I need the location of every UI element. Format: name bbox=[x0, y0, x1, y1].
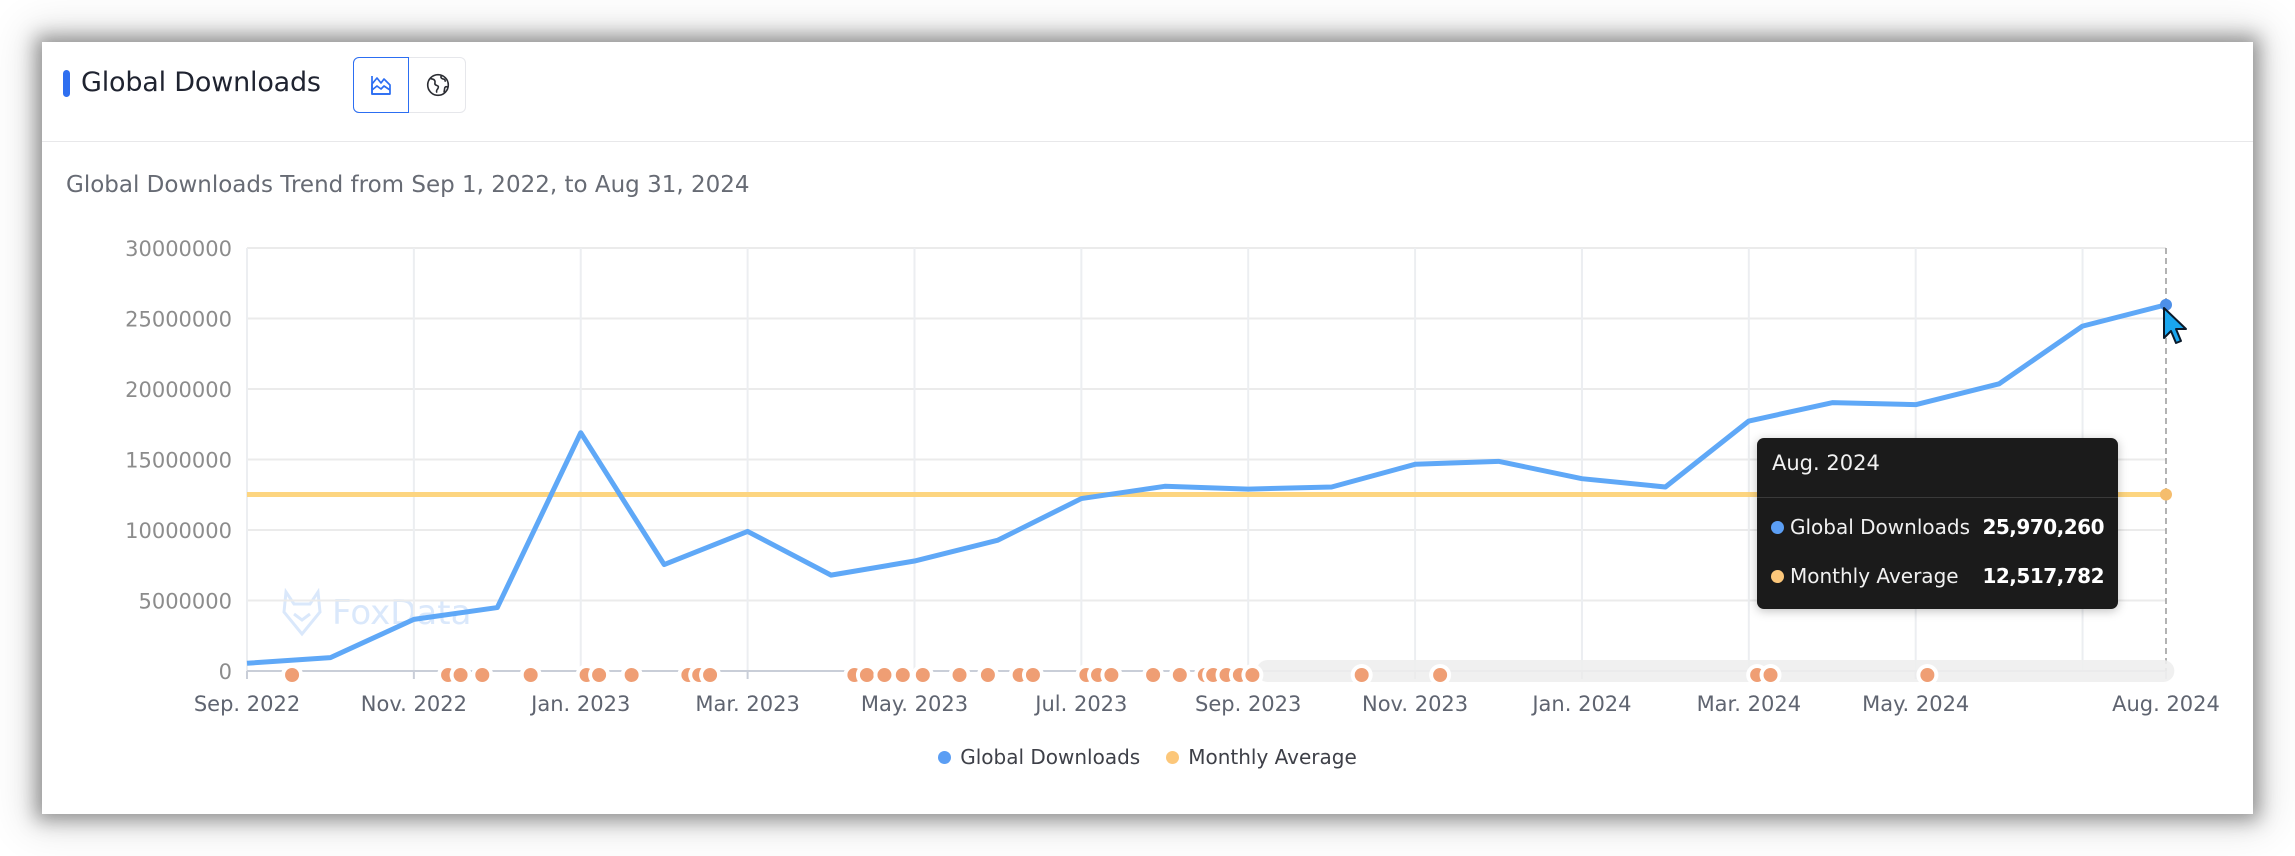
tooltip-row-global-downloads: Global Downloads 25,970,260 bbox=[1771, 512, 2104, 542]
event-marker bbox=[1245, 668, 1260, 682]
event-marker bbox=[592, 668, 607, 682]
monthly-average-point bbox=[2160, 488, 2172, 501]
legend-label: Global Downloads bbox=[960, 745, 1141, 769]
x-tick-label: May. 2023 bbox=[861, 692, 968, 716]
x-tick-label: Jan. 2024 bbox=[1530, 692, 1631, 716]
event-marker bbox=[895, 668, 910, 682]
event-marker bbox=[523, 668, 538, 682]
event-marker bbox=[859, 668, 874, 682]
x-tick-label: Mar. 2024 bbox=[1697, 692, 1802, 716]
event-marker bbox=[915, 668, 930, 682]
y-tick-label: 10000000 bbox=[125, 519, 232, 543]
tooltip-row-monthly-average: Monthly Average 12,517,782 bbox=[1771, 561, 2104, 591]
y-tick-label: 0 bbox=[219, 660, 232, 684]
event-marker bbox=[1763, 668, 1778, 682]
x-tick-label: Jan. 2023 bbox=[529, 692, 630, 716]
event-marker bbox=[1025, 668, 1040, 682]
y-tick-label: 5000000 bbox=[138, 590, 232, 614]
monthly-average-dot bbox=[1771, 569, 1784, 583]
legend-label: Monthly Average bbox=[1188, 745, 1357, 769]
line-chart: 0 5000000 10000000 15000000 20000000 25000000… bbox=[125, 237, 2220, 716]
tooltip-divider bbox=[1757, 497, 2118, 498]
tooltip-series-value: 12,517,782 bbox=[1982, 564, 2104, 588]
event-marker bbox=[624, 668, 639, 682]
legend-item-global-downloads[interactable]: Global Downloads bbox=[938, 745, 1140, 769]
x-tick-label: Mar. 2023 bbox=[695, 692, 800, 716]
global-downloads-dot bbox=[1771, 520, 1784, 534]
event-marker bbox=[1172, 668, 1187, 682]
y-tick-label: 30000000 bbox=[125, 237, 232, 261]
event-marker bbox=[453, 668, 468, 682]
global-downloads-card: Global Downloads Global Downloads Trend … bbox=[42, 42, 2253, 814]
tooltip-series-name: Global Downloads bbox=[1790, 515, 1970, 539]
event-marker bbox=[952, 668, 967, 682]
x-tick-label: Nov. 2023 bbox=[1362, 692, 1468, 716]
x-tick-label: May. 2024 bbox=[1862, 692, 1969, 716]
chart-legend: Global Downloads Monthly Average bbox=[42, 745, 2253, 769]
chart-tooltip: Aug. 2024 Global Downloads 25,970,260 Mo… bbox=[1757, 438, 2118, 609]
event-marker bbox=[285, 668, 300, 682]
event-marker bbox=[1354, 668, 1369, 682]
x-tick-label: Jul. 2023 bbox=[1033, 692, 1127, 716]
y-tick-label: 25000000 bbox=[125, 308, 232, 332]
x-tick-label: Nov. 2022 bbox=[361, 692, 467, 716]
y-tick-label: 15000000 bbox=[125, 449, 232, 473]
legend-dot-global-downloads bbox=[938, 750, 952, 764]
mouse-cursor-icon bbox=[2163, 307, 2187, 344]
x-tick-label: Sep. 2023 bbox=[1195, 692, 1301, 716]
event-marker-cluster-shadow bbox=[1256, 660, 2175, 682]
event-marker bbox=[703, 668, 718, 682]
x-tick-label: Aug. 2024 bbox=[2112, 692, 2220, 716]
event-marker bbox=[475, 668, 490, 682]
tooltip-title: Aug. 2024 bbox=[1772, 451, 1880, 475]
tooltip-series-name: Monthly Average bbox=[1790, 564, 1959, 588]
event-marker bbox=[877, 668, 892, 682]
event-marker bbox=[1104, 668, 1119, 682]
event-marker bbox=[1920, 668, 1935, 682]
event-marker bbox=[980, 668, 995, 682]
legend-dot-monthly-average bbox=[1166, 750, 1180, 764]
tooltip-series-value: 25,970,260 bbox=[1982, 515, 2104, 539]
legend-item-monthly-average[interactable]: Monthly Average bbox=[1166, 745, 1357, 769]
y-tick-label: 20000000 bbox=[125, 378, 232, 402]
event-marker bbox=[1146, 668, 1161, 682]
x-tick-label: Sep. 2022 bbox=[194, 692, 300, 716]
event-marker bbox=[1433, 668, 1448, 682]
